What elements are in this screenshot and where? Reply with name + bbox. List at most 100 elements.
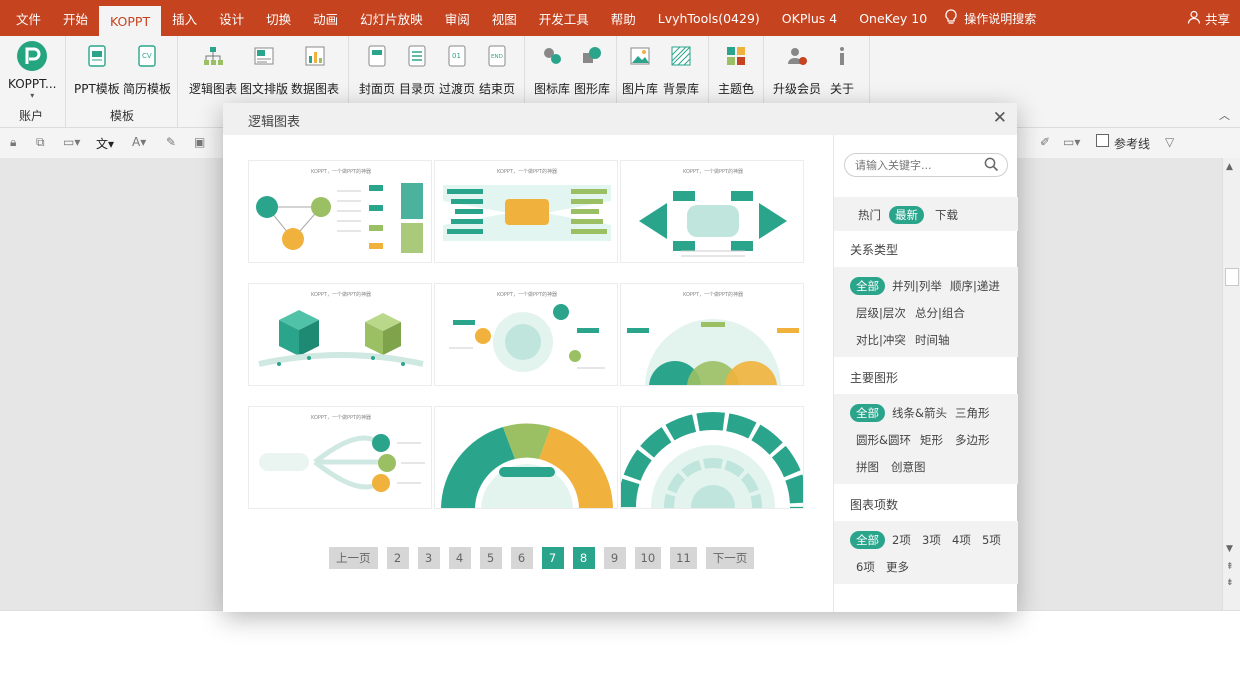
relation-parallel[interactable]: 并列|列举 xyxy=(886,277,948,295)
chevron-down-icon[interactable]: ▽ xyxy=(1165,135,1174,149)
page-button[interactable]: 2 xyxy=(386,547,409,569)
page-button-active[interactable]: 7 xyxy=(541,547,564,569)
image-library-button[interactable]: 图片库 xyxy=(622,42,658,97)
shape-triangle[interactable]: 三角形 xyxy=(949,404,996,422)
tab-home[interactable]: 开始 xyxy=(52,0,99,36)
resume-template-button[interactable]: CV 简历模板 xyxy=(123,42,171,97)
about-button[interactable]: 关于 xyxy=(830,42,854,97)
scroll-up-icon[interactable]: ▲ xyxy=(1226,162,1233,172)
picture-icon[interactable]: ▣ xyxy=(194,135,205,149)
ending-page-button[interactable]: END 结束页 xyxy=(479,42,515,97)
page-button[interactable]: 6 xyxy=(510,547,533,569)
transition-page-button[interactable]: 01 过渡页 xyxy=(439,42,475,97)
count-more[interactable]: 更多 xyxy=(880,558,915,576)
template-card[interactable] xyxy=(434,406,618,509)
upgrade-member-button[interactable]: 升级会员 xyxy=(773,42,821,97)
prev-page-button[interactable]: 上一页 xyxy=(329,547,378,569)
shape-all[interactable]: 全部 xyxy=(850,404,885,422)
theme-color-button[interactable]: 主题色 xyxy=(718,42,754,97)
tab-insert[interactable]: 插入 xyxy=(161,0,208,36)
tab-developer[interactable]: 开发工具 xyxy=(528,0,600,36)
cover-page-button[interactable]: 封面页 xyxy=(359,42,395,97)
count-3[interactable]: 3项 xyxy=(916,531,947,549)
tab-design[interactable]: 设计 xyxy=(208,0,255,36)
page-button-active[interactable]: 8 xyxy=(572,547,595,569)
template-card[interactable]: KOPPT，一个做PPT的神器 xyxy=(248,160,432,263)
relation-total[interactable]: 总分|组合 xyxy=(909,304,971,322)
relation-all[interactable]: 全部 xyxy=(850,277,885,295)
logic-chart-button[interactable]: 逻辑图表 xyxy=(189,42,237,97)
koppt-account-button[interactable]: KOPPT... ▾ xyxy=(8,40,56,100)
template-card[interactable]: KOPPT，一个做PPT的神器 xyxy=(620,160,804,263)
template-card[interactable] xyxy=(620,406,804,509)
shape-outline-icon[interactable]: ▭▾ xyxy=(1063,135,1080,149)
relation-sequence[interactable]: 顺序|递进 xyxy=(944,277,1006,295)
tell-me-search[interactable]: 操作说明搜索 xyxy=(944,0,1036,36)
background-library-button[interactable]: 背景库 xyxy=(663,42,699,97)
tab-onekey[interactable]: OneKey 10 xyxy=(848,0,938,36)
page-button[interactable]: 4 xyxy=(448,547,471,569)
template-card[interactable]: KOPPT，一个做PPT的神器 xyxy=(434,283,618,386)
page-button[interactable]: 11 xyxy=(670,547,697,569)
share-button[interactable]: 共享 xyxy=(1187,0,1230,36)
collapse-ribbon-icon[interactable]: ︿ xyxy=(1219,107,1230,123)
template-card[interactable]: KOPPT，一个做PPT的神器 xyxy=(248,406,432,509)
count-all[interactable]: 全部 xyxy=(850,531,885,549)
template-card[interactable]: KOPPT，一个做PPT的神器 xyxy=(620,283,804,386)
page-button[interactable]: 3 xyxy=(417,547,440,569)
page-button[interactable]: 5 xyxy=(479,547,502,569)
brush-icon[interactable]: ✐ xyxy=(1040,135,1050,149)
shape-library-button[interactable]: 图形库 xyxy=(574,42,610,97)
close-icon[interactable]: ✕ xyxy=(993,108,1007,128)
sort-latest[interactable]: 最新 xyxy=(889,206,924,224)
shape-circle-ring[interactable]: 圆形&圆环 xyxy=(850,431,917,449)
scroll-down-icon[interactable]: ▼ xyxy=(1226,544,1233,554)
lock-icon[interactable]: 🔒︎ xyxy=(10,135,16,150)
count-4[interactable]: 4项 xyxy=(946,531,977,549)
relation-hierarchy[interactable]: 层级|层次 xyxy=(850,304,912,322)
vertical-scrollbar[interactable]: ▲ ▼ ⇞ ⇟ xyxy=(1222,158,1240,610)
tab-animations[interactable]: 动画 xyxy=(302,0,349,36)
relation-timeline[interactable]: 时间轴 xyxy=(909,331,956,349)
next-slide-icon[interactable]: ⇟ xyxy=(1226,578,1234,588)
shape-creative[interactable]: 创意图 xyxy=(885,458,932,476)
page-button[interactable]: 9 xyxy=(603,547,626,569)
shape-puzzle[interactable]: 拼图 xyxy=(850,458,885,476)
tab-view[interactable]: 视图 xyxy=(481,0,528,36)
data-chart-button[interactable]: 数据图表 xyxy=(291,42,339,97)
template-card[interactable]: KOPPT，一个做PPT的神器 xyxy=(434,160,618,263)
icon-library-button[interactable]: 图标库 xyxy=(534,42,570,97)
text-layout-button[interactable]: 图文排版 xyxy=(240,42,288,97)
tab-okplus[interactable]: OKPlus 4 xyxy=(771,0,848,36)
relation-contrast[interactable]: 对比|冲突 xyxy=(850,331,912,349)
keyword-search-input[interactable] xyxy=(855,157,980,173)
eyedropper-icon[interactable]: ✎ xyxy=(166,135,176,149)
tab-koppt[interactable]: KOPPT xyxy=(99,6,162,36)
next-page-button[interactable]: 下一页 xyxy=(705,547,755,569)
tab-help[interactable]: 帮助 xyxy=(600,0,647,36)
font-icon[interactable]: A▾ xyxy=(132,135,146,149)
search-icon[interactable] xyxy=(984,157,999,175)
sort-download[interactable]: 下载 xyxy=(929,206,964,224)
toc-page-button[interactable]: 目录页 xyxy=(399,42,435,97)
count-5[interactable]: 5项 xyxy=(976,531,1007,549)
tab-file[interactable]: 文件 xyxy=(0,0,52,36)
group-icon[interactable]: ⧉ xyxy=(36,135,45,150)
shape-polygon[interactable]: 多边形 xyxy=(949,431,996,449)
scrollbar-thumb[interactable] xyxy=(1225,268,1239,286)
page-button[interactable]: 10 xyxy=(634,547,662,569)
tab-transitions[interactable]: 切换 xyxy=(255,0,302,36)
textbox-icon[interactable]: ▭▾ xyxy=(63,135,80,149)
sort-hot[interactable]: 热门 xyxy=(852,206,887,224)
template-card[interactable]: KOPPT，一个做PPT的神器 xyxy=(248,283,432,386)
count-2[interactable]: 2项 xyxy=(886,531,917,549)
ppt-template-button[interactable]: PPT模板 xyxy=(74,42,120,97)
tab-lvyhtools[interactable]: LvyhTools(0429) xyxy=(647,0,771,36)
count-6[interactable]: 6项 xyxy=(850,558,881,576)
shape-lines-arrows[interactable]: 线条&箭头 xyxy=(886,404,953,422)
shape-rectangle[interactable]: 矩形 xyxy=(914,431,949,449)
prev-slide-icon[interactable]: ⇞ xyxy=(1226,562,1234,572)
guideline-checkbox[interactable] xyxy=(1096,134,1109,150)
tab-review[interactable]: 审阅 xyxy=(434,0,481,36)
tab-slideshow[interactable]: 幻灯片放映 xyxy=(349,0,434,36)
